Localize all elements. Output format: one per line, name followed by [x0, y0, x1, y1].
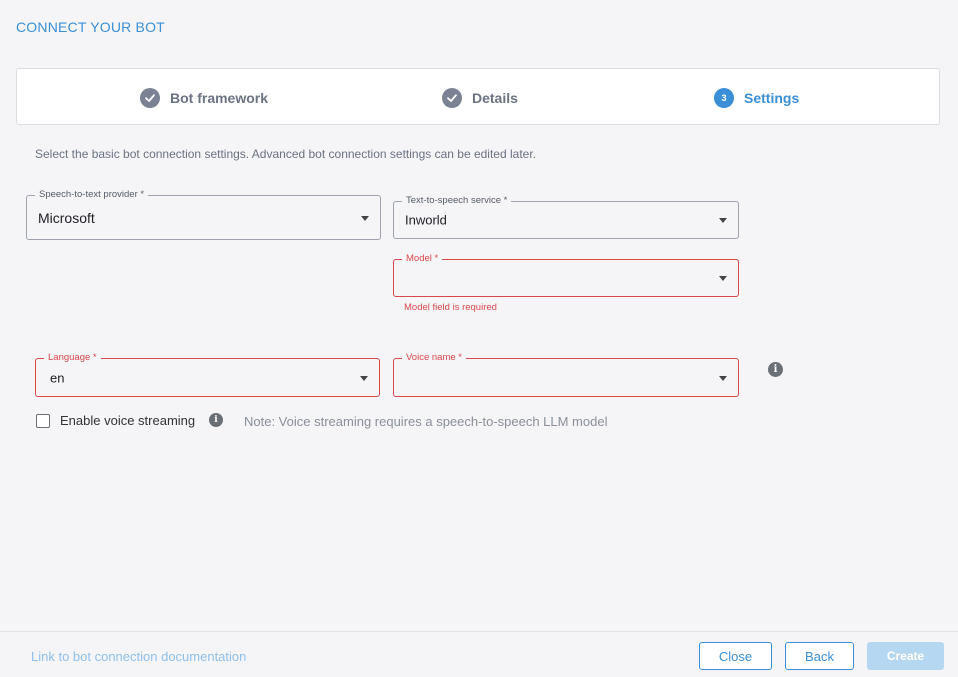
field-label: Language * [44, 352, 101, 364]
language-select[interactable]: Language * en [35, 352, 380, 397]
field-label: Text-to-speech service * [402, 195, 512, 207]
step-label: Settings [744, 89, 800, 106]
voice-streaming-note: Note: Voice streaming requires a speech-… [244, 414, 608, 429]
field-label: Voice name * [402, 352, 466, 364]
chevron-down-icon[interactable] [719, 375, 727, 381]
check-icon [140, 87, 160, 108]
stt-provider-select[interactable]: Speech-to-text provider * Microsoft [26, 189, 381, 240]
voice-info-icon[interactable]: i [768, 362, 783, 377]
field-value: en [50, 370, 65, 385]
streaming-info-icon[interactable]: i [209, 413, 223, 427]
field-value: Microsoft [38, 209, 95, 226]
documentation-link[interactable]: Link to bot connection documentation [31, 649, 246, 664]
model-select[interactable]: Model * [393, 253, 739, 297]
dialog-title: CONNECT YOUR BOT [16, 19, 165, 35]
create-button[interactable]: Create [867, 642, 944, 670]
close-button[interactable]: Close [699, 642, 772, 670]
voice-name-select[interactable]: Voice name * [393, 352, 739, 397]
step-settings[interactable]: 3 Settings [714, 69, 799, 126]
back-button[interactable]: Back [785, 642, 854, 670]
model-error-text: Model field is required [404, 302, 497, 313]
intro-text: Select the basic bot connection settings… [35, 147, 536, 161]
field-label: Speech-to-text provider * [35, 189, 149, 201]
stepper: Bot framework Details 3 Settings [16, 68, 940, 125]
chevron-down-icon[interactable] [360, 375, 368, 381]
chevron-down-icon[interactable] [361, 215, 369, 221]
chevron-down-icon[interactable] [719, 218, 727, 223]
check-icon [442, 87, 462, 108]
voice-streaming-label[interactable]: Enable voice streaming [60, 413, 195, 428]
field-label: Model * [402, 253, 443, 265]
step-details[interactable]: Details [442, 69, 518, 126]
chevron-down-icon[interactable] [719, 276, 727, 281]
step-bot-framework[interactable]: Bot framework [140, 69, 268, 126]
field-value: Inworld [405, 212, 447, 228]
voice-streaming-checkbox[interactable] [36, 414, 50, 428]
step-number: 3 [714, 87, 734, 108]
tts-service-select[interactable]: Text-to-speech service * Inworld [393, 195, 739, 239]
step-label: Bot framework [170, 89, 269, 106]
dialog-footer: Link to bot connection documentation Clo… [0, 631, 958, 677]
step-label: Details [472, 89, 518, 106]
